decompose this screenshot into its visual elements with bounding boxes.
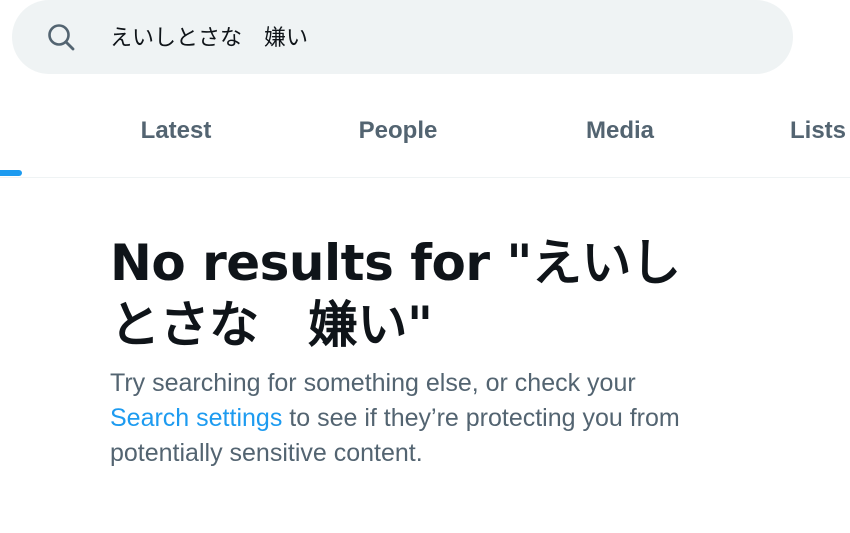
search-tabs: Latest People Media Lists [0,84,850,178]
search-input[interactable] [110,14,750,58]
empty-state-title: No results for "えいしとさな 嫌い" [110,234,681,354]
tab-latest[interactable]: Latest [80,84,272,177]
search-results-page: Latest People Media Lists No results for… [0,0,850,533]
active-tab-indicator [0,170,22,176]
search-settings-link[interactable]: Search settings [110,404,282,432]
search-bar[interactable] [12,0,793,74]
empty-state: No results for "えいしとさな 嫌い" Try searching… [110,232,710,471]
tab-people[interactable]: People [300,84,496,177]
tab-lists[interactable]: Lists [790,84,850,177]
empty-state-text-before: Try searching for something else, or che… [110,369,636,397]
empty-state-description: Try searching for something else, or che… [110,366,690,471]
tab-media[interactable]: Media [520,84,720,177]
search-icon [48,24,75,51]
